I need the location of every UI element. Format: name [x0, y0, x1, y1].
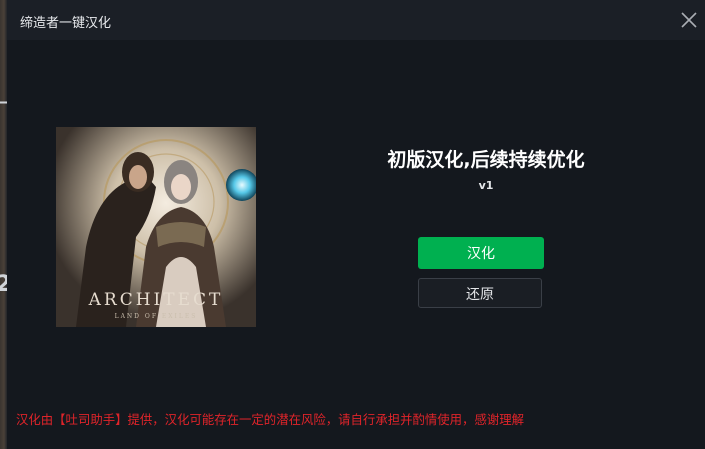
apply-localization-button[interactable]: 汉化 — [418, 237, 544, 269]
localization-dialog: 缔造者一键汉化 ARCHITECT LAND OF EXILES 初版汉化,后续… — [7, 0, 705, 449]
restore-button[interactable]: 还原 — [418, 278, 542, 308]
localization-headline: 初版汉化,后续持续优化 — [387, 149, 585, 171]
version-label: v1 — [478, 179, 494, 192]
title-bar: 缔造者一键汉化 — [7, 0, 705, 40]
game-cover-image: ARCHITECT LAND OF EXILES — [56, 127, 256, 327]
close-icon[interactable] — [679, 10, 699, 30]
disclaimer-text: 汉化由【吐司助手】提供，汉化可能存在一定的潜在风险，请自行承担并酌情使用，感谢理… — [16, 412, 525, 427]
dialog-title: 缔造者一键汉化 — [20, 16, 112, 31]
cover-logo-text: ARCHITECT — [88, 290, 224, 310]
cover-logo-subtext: LAND OF EXILES — [115, 313, 198, 320]
